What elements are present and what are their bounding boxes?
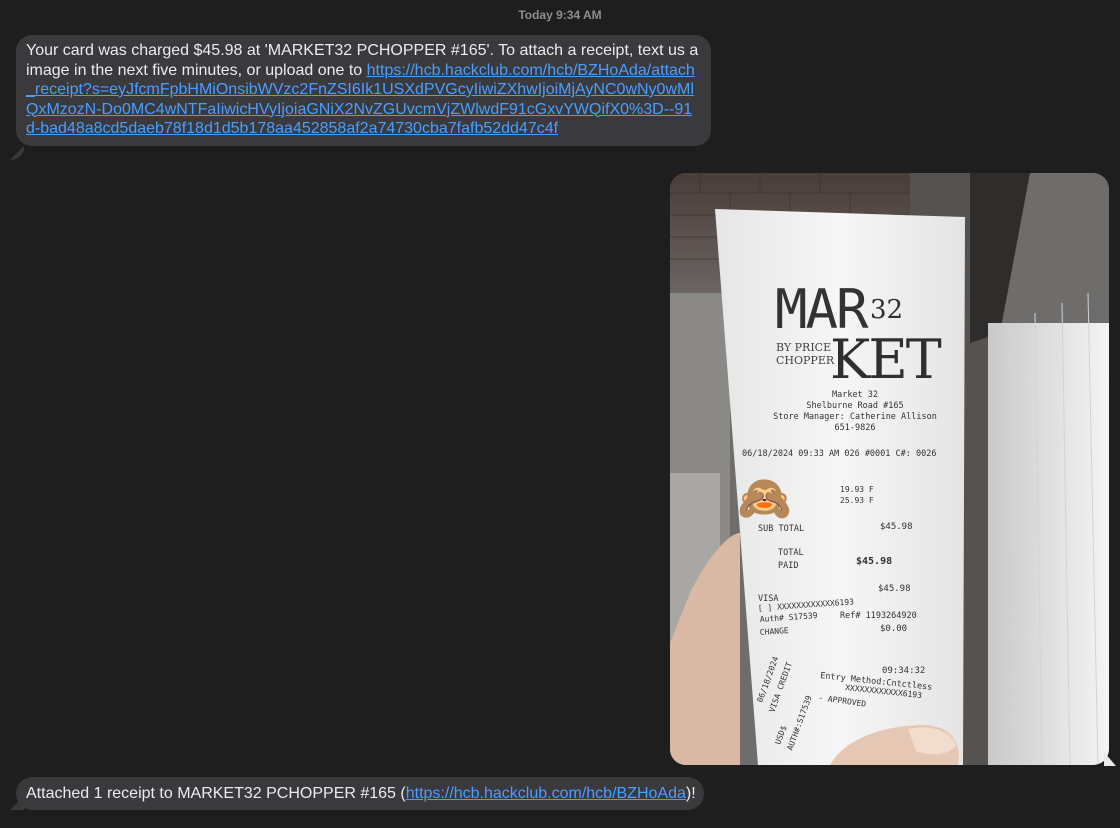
incoming-message-charge[interactable]: Your card was charged $45.98 at 'MARKET3… <box>16 35 711 146</box>
time-line: 09:34:32 <box>882 666 925 676</box>
item-price: 19.93 F <box>840 485 874 494</box>
logo-chopper: CHOPPER <box>776 354 835 367</box>
logo-by: BY PRICE <box>776 341 831 354</box>
change-value: $0.00 <box>880 624 907 634</box>
logo-number: 32 <box>870 295 903 325</box>
monkey-emoji-icon: 🙈 <box>737 474 792 523</box>
store-line: Market 32 <box>832 390 878 400</box>
item-price: 25.93 F <box>840 496 874 505</box>
incoming-message-confirmation[interactable]: Attached 1 receipt to MARKET32 PCHOPPER … <box>16 777 704 810</box>
hcb-link[interactable]: https://hcb.hackclub.com/hcb/BZHoAda <box>406 785 686 802</box>
total-value: $45.98 <box>856 556 892 567</box>
logo-ket: KET <box>830 328 942 391</box>
message-text: )! <box>685 785 696 802</box>
subtotal-value: $45.98 <box>880 522 913 532</box>
receipt-photo-attachment[interactable]: MAR 32 KET BY PRICE CHOPPER Market 32 Sh… <box>670 173 1109 765</box>
store-line: Shelburne Road #165 <box>806 401 903 411</box>
store-line: Store Manager: Catherine Allison <box>773 412 937 422</box>
message-text: Attached 1 receipt to MARKET32 PCHOPPER … <box>26 785 406 802</box>
bubble-tail <box>10 146 24 160</box>
message-timestamp: Today 9:34 AM <box>518 8 602 22</box>
visa-value: $45.98 <box>878 584 911 594</box>
ref-line: Ref# 1193264920 <box>840 611 917 621</box>
date-line: 06/18/2024 09:33 AM 026 #0001 C#: 0026 <box>742 449 936 459</box>
total-label: TOTAL <box>778 548 804 558</box>
subtotal-label: SUB TOTAL <box>758 524 804 534</box>
paid-label: PAID <box>778 561 798 571</box>
store-line: 651-9826 <box>835 423 876 433</box>
receipt-photo-image: MAR 32 KET BY PRICE CHOPPER Market 32 Sh… <box>670 173 1109 765</box>
